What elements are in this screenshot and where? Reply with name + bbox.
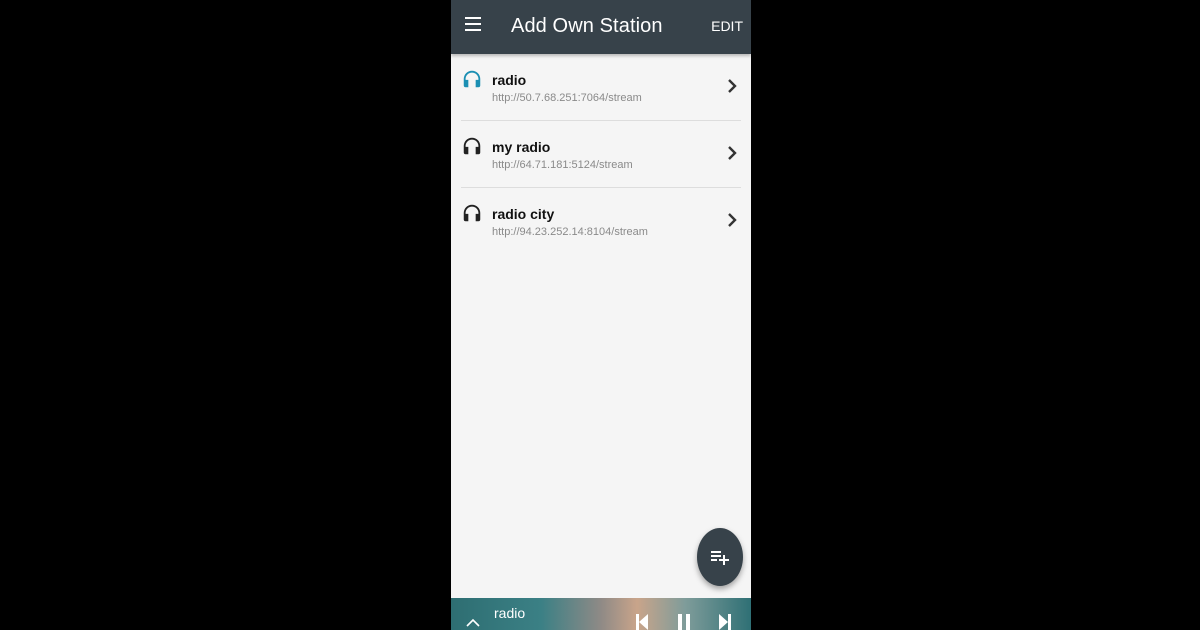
page-title: Add Own Station xyxy=(511,15,663,37)
chevron-up-icon[interactable] xyxy=(465,616,481,628)
screen-background: Add Own Station EDIT radio http://50.7.6… xyxy=(0,0,1200,630)
pause-icon[interactable] xyxy=(676,612,692,630)
headphones-icon xyxy=(463,204,481,222)
chevron-right-icon xyxy=(728,213,737,227)
menu-button[interactable] xyxy=(463,13,485,35)
headphones-icon xyxy=(463,137,481,155)
chevron-right-icon xyxy=(728,146,737,160)
station-name: my radio xyxy=(492,139,551,155)
station-name: radio city xyxy=(492,206,555,222)
add-station-fab[interactable] xyxy=(697,528,743,586)
edit-button[interactable]: EDIT xyxy=(711,17,743,35)
station-item-radio-city[interactable]: radio city http://94.23.252.14:8104/stre… xyxy=(461,187,741,254)
skip-next-icon[interactable] xyxy=(717,612,733,630)
station-list: radio http://50.7.68.251:7064/stream my … xyxy=(451,54,751,254)
now-playing-bar[interactable]: radio xyxy=(451,598,751,630)
station-url: http://50.7.68.251:7064/stream xyxy=(492,92,642,104)
skip-previous-icon[interactable] xyxy=(634,612,650,630)
station-item-my-radio[interactable]: my radio http://64.71.181:5124/stream xyxy=(461,120,741,187)
playlist-add-icon xyxy=(711,551,729,565)
app-bar: Add Own Station EDIT xyxy=(451,0,751,54)
hamburger-menu-icon xyxy=(465,17,481,31)
phone-screen: Add Own Station EDIT radio http://50.7.6… xyxy=(451,0,751,630)
station-url: http://64.71.181:5124/stream xyxy=(492,159,633,171)
station-name: radio xyxy=(492,72,527,88)
station-url: http://94.23.252.14:8104/stream xyxy=(492,226,648,238)
now-playing-title: radio xyxy=(494,605,526,621)
chevron-right-icon xyxy=(728,79,737,93)
station-item-radio[interactable]: radio http://50.7.68.251:7064/stream xyxy=(461,54,741,120)
headphones-icon xyxy=(463,70,481,88)
